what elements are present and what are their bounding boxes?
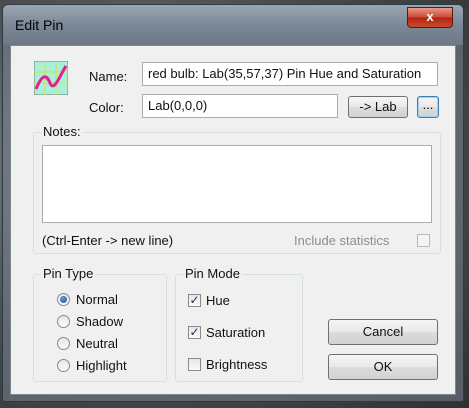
pin-mode-group: Pin Mode ✓ Hue ✓ Saturation Brightness (175, 266, 303, 382)
notes-textarea[interactable] (42, 145, 432, 223)
saturation-checkbox[interactable]: ✓ (188, 326, 201, 339)
name-label: Name: (89, 69, 128, 84)
brightness-checkbox[interactable] (188, 358, 201, 371)
name-field[interactable]: red bulb: Lab(35,57,37) Pin Hue and Satu… (142, 62, 438, 86)
ok-button[interactable]: OK (328, 354, 438, 380)
pin-curve-icon (33, 60, 69, 96)
hue-label: Hue (206, 293, 230, 308)
radio-shadow[interactable] (57, 315, 70, 328)
color-field[interactable]: Lab(0,0,0) (142, 94, 338, 118)
notes-hint: (Ctrl-Enter -> new line) (42, 233, 174, 248)
close-icon: x (426, 9, 434, 24)
hue-checkbox[interactable]: ✓ (188, 294, 201, 307)
pin-type-label-highlight: Highlight (76, 358, 127, 373)
dialog-body: Name: red bulb: Lab(35,57,37) Pin Hue an… (10, 45, 456, 395)
radio-neutral[interactable] (57, 337, 70, 350)
saturation-label: Saturation (206, 325, 266, 340)
pin-mode-title: Pin Mode (183, 266, 242, 281)
edit-pin-window: Edit Pin x Name: red bulb: Lab(35,57,37)… (2, 4, 464, 402)
pin-type-title: Pin Type (41, 266, 96, 281)
notes-label: Notes: (41, 124, 83, 139)
cancel-button[interactable]: Cancel (328, 319, 438, 345)
brightness-label: Brightness (206, 357, 268, 372)
close-button[interactable]: x (407, 7, 453, 28)
pin-type-label-shadow: Shadow (76, 314, 123, 329)
color-label: Color: (89, 100, 124, 115)
pin-type-label-neutral: Neutral (76, 336, 118, 351)
pin-type-label-normal: Normal (76, 292, 118, 307)
include-statistics-checkbox[interactable] (417, 234, 430, 247)
title-bar[interactable]: Edit Pin x (3, 5, 463, 45)
pin-type-group: Pin Type Normal Shadow Neutral Highlight (33, 266, 167, 382)
include-statistics-label: Include statistics (294, 233, 390, 248)
window-title: Edit Pin (15, 17, 64, 33)
color-picker-button[interactable]: ... (417, 96, 439, 118)
notes-group: Notes: (Ctrl-Enter -> new line) Include … (33, 124, 441, 254)
convert-to-lab-button[interactable]: -> Lab (348, 96, 408, 118)
radio-highlight[interactable] (57, 359, 70, 372)
radio-normal[interactable] (57, 293, 70, 306)
